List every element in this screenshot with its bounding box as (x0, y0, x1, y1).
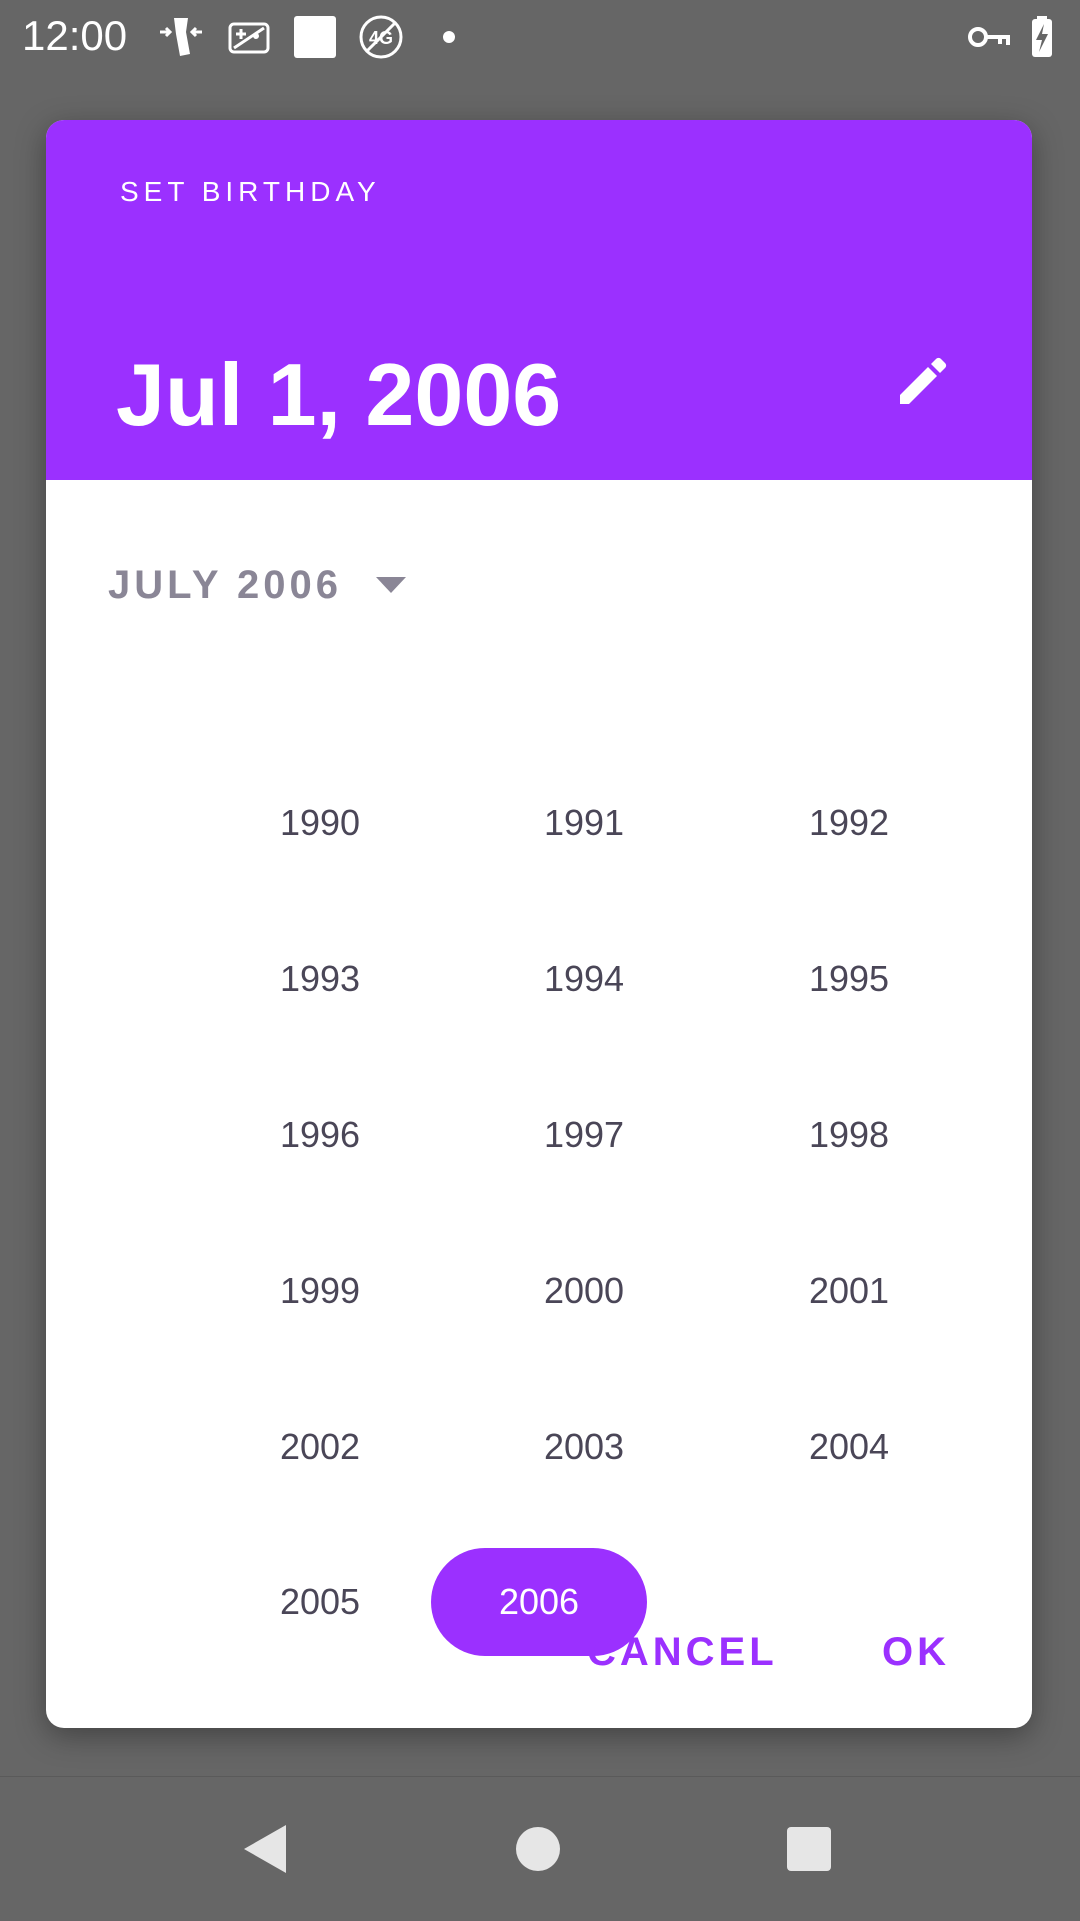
navigation-bar (0, 1776, 1080, 1921)
status-bar: 12:00 4G (0, 0, 1080, 72)
edit-icon[interactable] (880, 344, 960, 424)
dropdown-arrow-icon (375, 577, 406, 593)
date-picker-dialog: SET BIRTHDAY Jul 1, 2006 JULY 2006 1990 … (46, 120, 1032, 1728)
year-1991[interactable]: 1991 (476, 769, 692, 877)
year-1998[interactable]: 1998 (741, 1081, 957, 1189)
square-notification-icon (294, 16, 336, 58)
year-1997[interactable]: 1997 (476, 1081, 692, 1189)
year-1993[interactable]: 1993 (212, 925, 428, 1033)
back-icon[interactable] (234, 1817, 298, 1881)
dialog-actions: CANCEL OK (46, 1620, 1032, 1720)
year-2001[interactable]: 2001 (741, 1237, 957, 1345)
year-1990[interactable]: 1990 (212, 769, 428, 877)
dialog-header: SET BIRTHDAY Jul 1, 2006 (46, 120, 1032, 480)
year-2002[interactable]: 2002 (212, 1393, 428, 1501)
year-1996[interactable]: 1996 (212, 1081, 428, 1189)
status-time: 12:00 (22, 12, 128, 59)
year-1992[interactable]: 1992 (741, 769, 957, 877)
sensor-icon (160, 18, 202, 56)
dot-icon (443, 31, 455, 43)
month-year-label: JULY 2006 (108, 562, 342, 607)
month-year-selector[interactable]: JULY 2006 (108, 530, 408, 640)
year-1995[interactable]: 1995 (741, 925, 957, 1033)
selected-date-heading: Jul 1, 2006 (116, 345, 562, 444)
vpn-key-icon (968, 27, 1010, 47)
dialog-title: SET BIRTHDAY (120, 176, 381, 207)
game-controller-icon (228, 22, 270, 54)
recents-icon[interactable] (777, 1817, 841, 1881)
year-2003[interactable]: 2003 (476, 1393, 692, 1501)
4g-off-icon: 4G (359, 15, 403, 59)
home-icon[interactable] (506, 1817, 570, 1881)
cancel-button[interactable]: CANCEL (587, 1630, 778, 1675)
ok-button[interactable]: OK (882, 1630, 950, 1675)
year-1999[interactable]: 1999 (212, 1237, 428, 1345)
year-1994[interactable]: 1994 (476, 925, 692, 1033)
year-2004[interactable]: 2004 (741, 1393, 957, 1501)
year-2000[interactable]: 2000 (476, 1237, 692, 1345)
battery-charging-icon (1032, 16, 1052, 57)
